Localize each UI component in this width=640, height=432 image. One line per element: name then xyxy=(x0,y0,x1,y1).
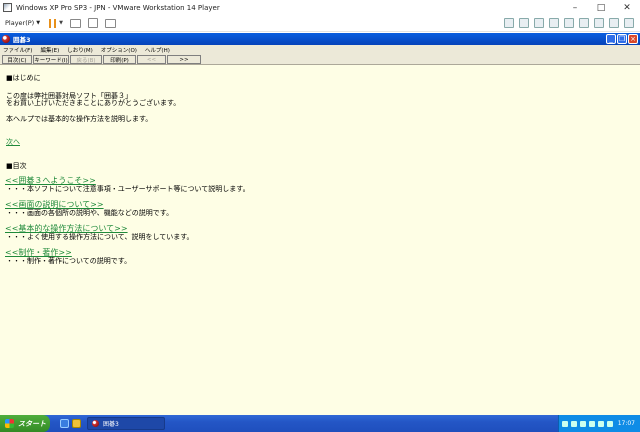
menu-help[interactable]: ヘルプ(H) xyxy=(145,46,170,54)
vmware-maximize-button[interactable]: □ xyxy=(588,0,614,15)
toc-desc-credits: ・・・制作・著作についての説明です。 xyxy=(6,257,132,265)
send-ctrl-alt-del-icon[interactable] xyxy=(69,18,81,28)
taskbar-item-label: 囲碁3 xyxy=(103,421,119,428)
next-link[interactable]: 次へ xyxy=(6,138,20,146)
tray-security-icon[interactable] xyxy=(571,420,577,427)
intro-text-line-2: をお買い上げいただきまことにありがとうございます。 xyxy=(6,99,181,107)
messages-icon[interactable] xyxy=(624,18,634,28)
clock: 17:07 xyxy=(617,420,635,427)
help-app-icon xyxy=(2,35,10,43)
help-window-title: 囲碁3 xyxy=(13,36,31,44)
vmware-close-button[interactable]: ✕ xyxy=(614,0,640,15)
toc-link-basic-operation[interactable]: <<基本的な操作方法について>> xyxy=(5,225,128,233)
help-button-bar: 目次(C) キーワード(I) 戻る(B) 印刷(P) << >> xyxy=(0,54,640,65)
toc-link-credits[interactable]: <<制作・著作>> xyxy=(5,249,72,257)
device-display-icon[interactable] xyxy=(609,18,619,28)
vmware-window-title: Windows XP Pro SP3 - JPN - VMware Workst… xyxy=(16,3,220,12)
toc-desc-welcome: ・・・本ソフトについて注意事項・ユーザーサポート等について説明します。 xyxy=(6,185,250,193)
back-button[interactable]: 戻る(B) xyxy=(70,55,102,64)
internet-explorer-icon[interactable] xyxy=(60,419,69,428)
taskbar-item-go3[interactable]: 囲碁3 xyxy=(87,417,165,430)
keyword-button[interactable]: キーワード(I) xyxy=(33,55,69,64)
menu-file[interactable]: ファイル(F) xyxy=(3,46,32,54)
tray-input-icon[interactable] xyxy=(607,420,613,427)
start-label: スタート xyxy=(18,419,46,428)
system-tray: 17:07 xyxy=(558,415,640,432)
restore-button[interactable]: ❐ xyxy=(617,34,627,44)
device-printer-icon[interactable] xyxy=(594,18,604,28)
close-button[interactable]: × xyxy=(628,34,638,44)
contents-button[interactable]: 目次(C) xyxy=(2,55,32,64)
help-window-title-bar: 囲碁3 _ ❐ × xyxy=(0,33,640,45)
tray-update-icon[interactable] xyxy=(598,420,604,427)
heading-toc: ■目次 xyxy=(6,162,27,170)
toc-link-screen[interactable]: <<画面の説明について>> xyxy=(5,201,104,209)
unity-mode-icon[interactable] xyxy=(87,18,98,28)
windows-logo-icon xyxy=(5,419,14,428)
taskbar: スタート 囲碁3 17:07 xyxy=(0,415,640,432)
menu-options[interactable]: オプション(O) xyxy=(101,46,137,54)
player-menu-label: Player(P) xyxy=(5,19,35,27)
device-network-icon[interactable] xyxy=(549,18,559,28)
pause-icon[interactable] xyxy=(49,18,57,28)
tray-volume-icon[interactable] xyxy=(580,420,586,427)
device-cd-icon[interactable] xyxy=(519,18,529,28)
toc-desc-screen: ・・・画面の各個所の説明や、機能などの説明です。 xyxy=(6,209,174,217)
go3-taskbar-icon xyxy=(92,420,99,427)
help-content-pane: ■はじめに この度は弊社囲碁対局ソフト「囲碁３」 をお買い上げいただきまことにあ… xyxy=(0,65,640,415)
tray-network-icon[interactable] xyxy=(562,420,568,427)
fullscreen-icon[interactable] xyxy=(104,18,116,28)
device-sound-icon[interactable] xyxy=(579,18,589,28)
toc-desc-basic-operation: ・・・よく使用する操作方法について、説明をしています。 xyxy=(6,233,194,241)
print-button[interactable]: 印刷(P) xyxy=(103,55,136,64)
device-floppy-icon[interactable] xyxy=(534,18,544,28)
vmware-toolbar: Player(P) ▼ ▼ xyxy=(0,15,640,32)
intro-text-line-3: 本ヘルプでは基本的な操作方法を説明します。 xyxy=(6,115,153,123)
menu-bookmark[interactable]: しおり(M) xyxy=(67,46,93,54)
player-menu-button[interactable]: Player(P) ▼ xyxy=(5,19,40,27)
pause-dropdown-icon[interactable]: ▼ xyxy=(59,20,63,26)
toc-link-welcome[interactable]: <<囲碁３へようこそ>> xyxy=(5,177,96,185)
next-topic-button[interactable]: >> xyxy=(167,55,201,64)
device-usb-icon[interactable] xyxy=(564,18,574,28)
start-button[interactable]: スタート xyxy=(0,415,50,432)
menu-bar: ファイル(F) 編集(E) しおり(M) オプション(O) ヘルプ(H) xyxy=(0,45,640,54)
folder-icon[interactable] xyxy=(72,419,81,428)
tray-ime-icon[interactable] xyxy=(589,420,595,427)
previous-topic-button[interactable]: << xyxy=(137,55,166,64)
vmware-logo-icon xyxy=(3,3,12,12)
device-hdd-icon[interactable] xyxy=(504,18,514,28)
vmware-minimize-button[interactable]: – xyxy=(562,0,588,15)
minimize-button[interactable]: _ xyxy=(606,34,616,44)
vmware-title-bar: Windows XP Pro SP3 - JPN - VMware Workst… xyxy=(0,0,640,15)
heading-intro: ■はじめに xyxy=(6,74,41,82)
chevron-down-icon: ▼ xyxy=(36,20,41,26)
menu-edit[interactable]: 編集(E) xyxy=(40,46,59,54)
